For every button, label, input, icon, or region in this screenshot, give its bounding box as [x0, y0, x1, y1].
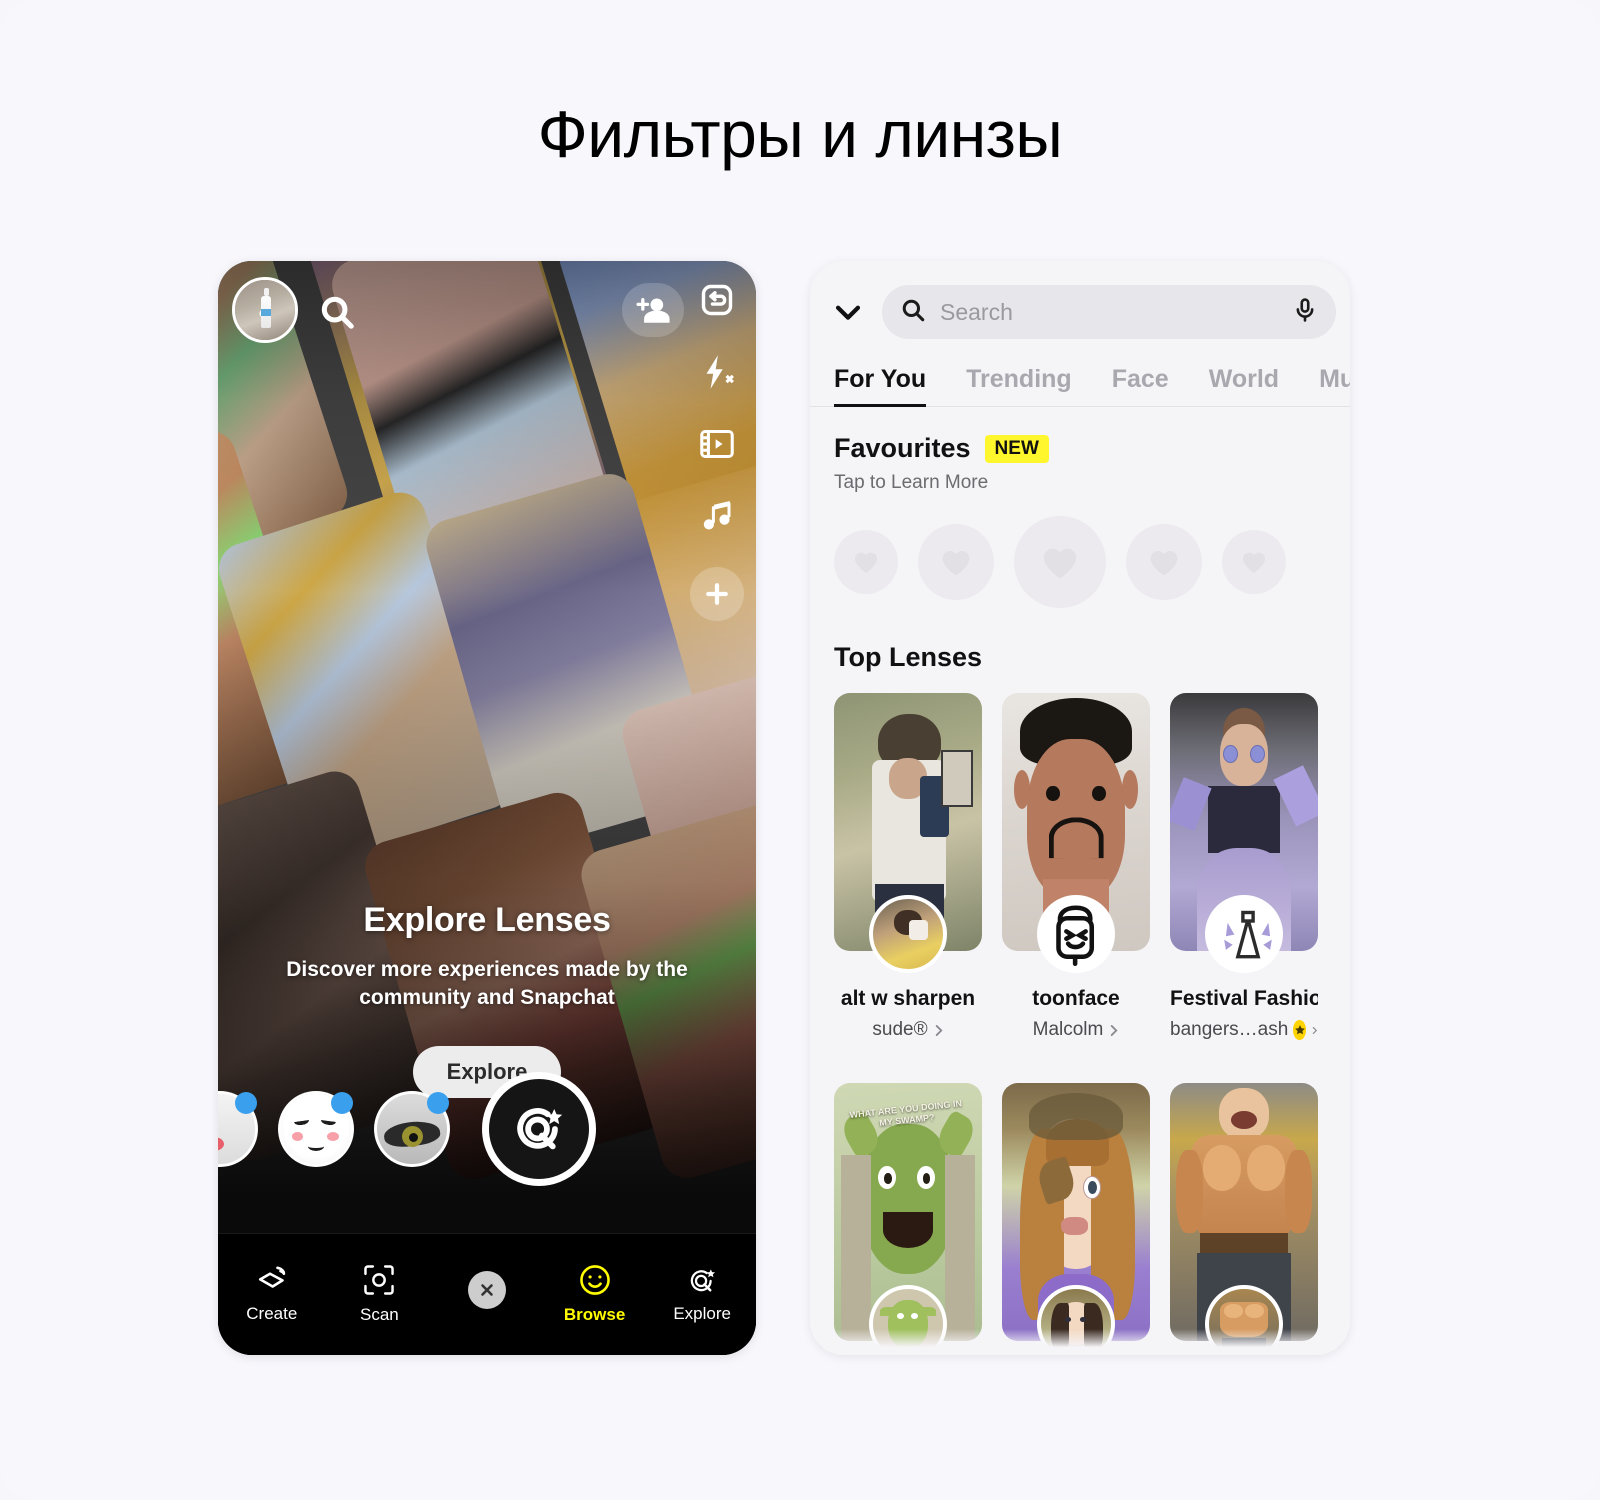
tab-for-you[interactable]: For You — [834, 365, 927, 407]
tab-music[interactable]: Musi — [1319, 365, 1350, 406]
explore-lenses-promo: Explore Lenses Discover more experiences… — [218, 901, 756, 1098]
favourites-section: Favourites NEW Tap to Learn More — [810, 407, 1350, 608]
lens-preview[interactable] — [834, 693, 982, 973]
nav-item-scan[interactable]: Scan — [326, 1264, 434, 1325]
lens-preview[interactable] — [1002, 1083, 1150, 1355]
creator-avatar[interactable] — [1205, 1285, 1283, 1355]
camera-tool-rail — [690, 279, 744, 621]
flip-camera-icon[interactable] — [696, 279, 738, 321]
page-title: Фильтры и линзы — [537, 97, 1063, 171]
lens-new-badge — [427, 1092, 449, 1114]
browse-tabs: For You Trending Face World Musi — [810, 339, 1350, 407]
flash-off-icon[interactable] — [696, 351, 738, 393]
plus-icon[interactable] — [690, 567, 744, 621]
nav-label: Explore — [673, 1304, 731, 1323]
creator-avatar[interactable] — [1037, 1285, 1115, 1355]
camera-top-bar — [218, 261, 756, 621]
top-lenses-title: Top Lenses — [834, 642, 983, 672]
viewfinder-scrim — [218, 261, 756, 1355]
lens-explore-shutter[interactable] — [482, 1072, 596, 1186]
promo-subheading: Discover more experiences made by the co… — [286, 958, 688, 1009]
lens-card[interactable]: toonface Malcolm — [1002, 693, 1150, 1041]
chevron-right-icon — [1111, 1024, 1118, 1036]
lens-name: alt w sharpen — [840, 987, 976, 1010]
lens-name: Festival Fashion — [1170, 987, 1318, 1010]
top-lenses-row: alt w sharpen sude® toonface Malcolm Fes… — [810, 673, 1350, 1041]
close-icon[interactable] — [467, 1271, 506, 1309]
lens-card[interactable]: WHAT ARE YOU DOING IN MY SWAMP? shrek wa… — [834, 1083, 982, 1355]
nav-label: Browse — [563, 1305, 626, 1324]
nav-item-browse[interactable]: Browse — [541, 1264, 649, 1325]
lens-preview[interactable] — [1170, 1083, 1318, 1355]
search-bar[interactable] — [882, 285, 1336, 339]
new-badge: NEW — [984, 434, 1049, 463]
profile-avatar[interactable] — [232, 277, 298, 343]
music-icon[interactable] — [696, 495, 738, 537]
search-icon[interactable] — [318, 293, 356, 331]
browse-screen: For You Trending Face World Musi Favouri… — [810, 261, 1350, 1355]
phone-mockup-browse: For You Trending Face World Musi Favouri… — [810, 261, 1350, 1355]
promo-heading: Explore Lenses — [363, 901, 611, 939]
lens-card[interactable]: alt w sharpen sude® — [834, 693, 982, 1041]
favourite-placeholder[interactable] — [1014, 516, 1106, 608]
tab-trending[interactable]: Trending — [966, 365, 1072, 406]
favourites-placeholder-row — [834, 516, 1326, 608]
nav-item-close[interactable] — [433, 1271, 541, 1318]
lens-new-badge — [235, 1092, 257, 1114]
lens-card[interactable]: Festival Fashion bangers…ash — [1170, 693, 1318, 1041]
creator-avatar[interactable] — [869, 895, 947, 973]
lens-preview[interactable] — [1170, 693, 1318, 973]
camera-bottom-nav: Create Scan Browse Explore — [218, 1233, 756, 1355]
favourite-placeholder[interactable] — [1222, 530, 1286, 594]
author-name: sude® — [872, 1019, 928, 1040]
nav-label: Create — [246, 1304, 298, 1323]
add-friend-icon[interactable] — [622, 283, 684, 337]
tab-face[interactable]: Face — [1112, 365, 1169, 406]
timeline-icon[interactable] — [696, 423, 738, 465]
favourite-placeholder[interactable] — [918, 524, 994, 600]
lens-card[interactable]: Gym Boy Fac… — [1170, 1083, 1318, 1355]
verified-star-icon — [1293, 1020, 1307, 1040]
browse-header — [810, 261, 1350, 339]
lens-new-badge — [331, 1092, 353, 1114]
microphone-icon[interactable] — [1292, 297, 1318, 328]
lens-carousel[interactable] — [218, 1071, 756, 1187]
favourite-placeholder[interactable] — [834, 530, 898, 594]
lens-author[interactable]: Malcolm — [1002, 1019, 1150, 1041]
lens-preview[interactable] — [1002, 693, 1150, 973]
nav-item-explore[interactable]: Explore — [648, 1265, 756, 1324]
top-lenses-row: WHAT ARE YOU DOING IN MY SWAMP? shrek wa… — [810, 1041, 1350, 1355]
creator-avatar[interactable] — [1205, 895, 1283, 973]
tab-world[interactable]: World — [1209, 365, 1279, 406]
search-icon — [900, 297, 926, 328]
favourites-title: Favourites — [834, 433, 971, 463]
author-name: Malcolm — [1032, 1019, 1104, 1040]
chevron-right-icon — [1312, 1026, 1318, 1034]
lens-thumb-eye[interactable] — [374, 1091, 450, 1167]
lens-preview[interactable]: WHAT ARE YOU DOING IN MY SWAMP? — [834, 1083, 982, 1355]
lens-card[interactable]: Spring Pastoral — [1002, 1083, 1150, 1355]
favourite-placeholder[interactable] — [1126, 524, 1202, 600]
author-name: bangers…ash — [1170, 1019, 1289, 1040]
lens-author[interactable]: bangers…ash — [1170, 1019, 1318, 1041]
creator-avatar[interactable] — [1037, 895, 1115, 973]
nav-label: Scan — [360, 1305, 399, 1324]
lens-author[interactable]: sude® — [834, 1019, 982, 1041]
lens-name: toonface — [1032, 987, 1120, 1010]
phone-mockup-camera: Explore Lenses Discover more experiences… — [218, 261, 756, 1355]
chevron-right-icon — [935, 1024, 943, 1036]
chevron-down-icon[interactable] — [828, 292, 868, 332]
lens-thumb-blush-face[interactable] — [278, 1091, 354, 1167]
favourites-subtitle[interactable]: Tap to Learn More — [834, 472, 1326, 494]
search-input[interactable] — [940, 298, 1278, 326]
lens-thumb-partial[interactable] — [218, 1091, 258, 1167]
camera-viewfinder: Explore Lenses Discover more experiences… — [218, 261, 756, 1355]
creator-avatar[interactable] — [869, 1285, 947, 1355]
poster-canvas: Фильтры и линзы Explore Lenses Discover … — [0, 0, 1600, 1500]
nav-item-create[interactable]: Create — [218, 1265, 326, 1324]
